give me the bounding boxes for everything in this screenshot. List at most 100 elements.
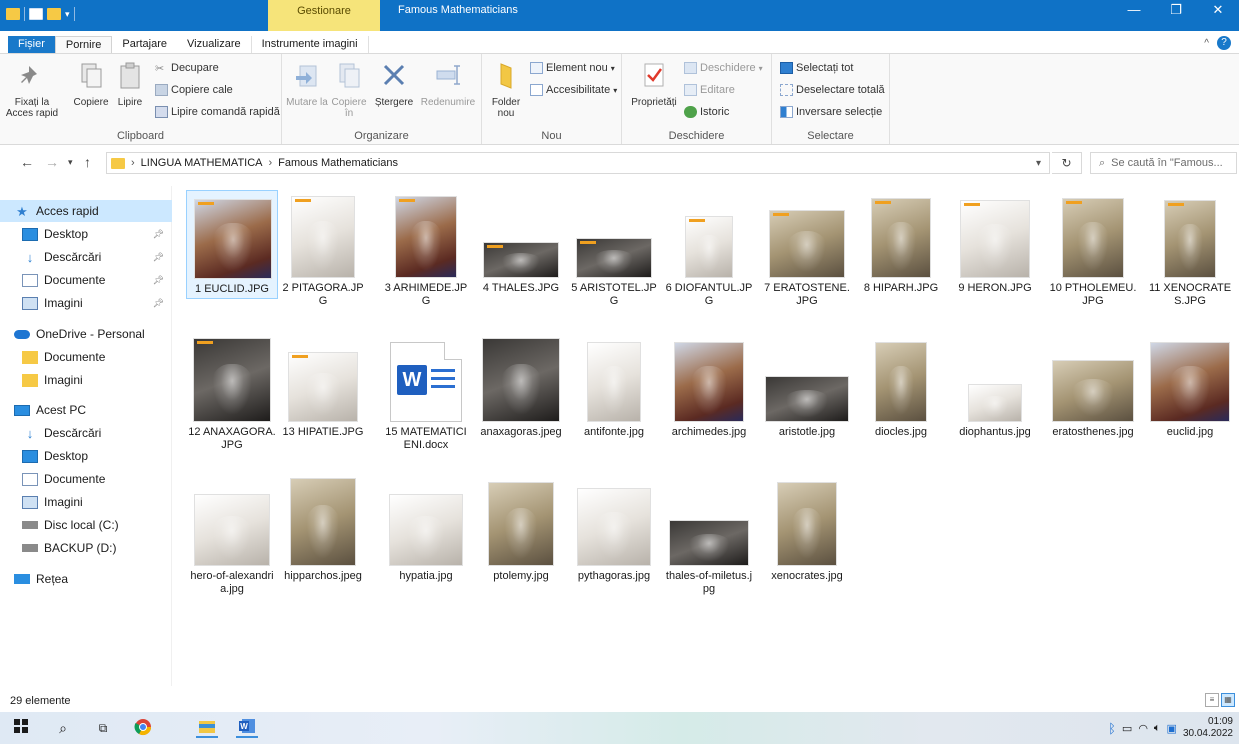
- copy-path-button[interactable]: Copiere cale: [155, 84, 233, 96]
- properties-button[interactable]: Proprietăți: [628, 60, 680, 108]
- address-dropdown-icon[interactable]: ▾: [1036, 158, 1041, 169]
- file-item[interactable]: 13 HIPATIE.JPG: [277, 334, 369, 441]
- move-to-button[interactable]: Mutare la: [286, 60, 328, 108]
- search-icon[interactable]: ⌕: [52, 718, 74, 738]
- edit-button[interactable]: Editare: [684, 84, 735, 96]
- nav-item-documente[interactable]: Documente 📌︎: [0, 269, 172, 291]
- file-explorer-taskbar-icon[interactable]: [196, 718, 218, 738]
- chrome-icon[interactable]: [132, 718, 154, 738]
- nav-item-documente[interactable]: Documente: [0, 346, 172, 368]
- minimize-button[interactable]: —: [1113, 0, 1155, 22]
- tab-image-tools[interactable]: Instrumente imagini: [250, 36, 369, 53]
- forward-arrow-icon[interactable]: →: [45, 154, 59, 170]
- file-item[interactable]: diophantus.jpg: [949, 334, 1041, 441]
- pin-icon[interactable]: 📌︎: [153, 229, 164, 240]
- refresh-button[interactable]: ↻: [1052, 152, 1082, 174]
- nav-item-descărcări[interactable]: ↓ Descărcări 📌︎: [0, 246, 172, 268]
- file-item[interactable]: 6 DIOFANTUL.JPG: [663, 190, 755, 310]
- nav-item-imagini[interactable]: Imagini: [0, 491, 172, 513]
- rename-button[interactable]: Redenumire: [418, 60, 478, 108]
- pin-quick-access-button[interactable]: Fixați la Acces rapid: [4, 60, 60, 119]
- select-all-button[interactable]: Selectați tot: [780, 62, 853, 74]
- address-bar[interactable]: › LINGUA MATHEMATICA › Famous Mathematic…: [106, 152, 1050, 174]
- file-item[interactable]: 5 ARISTOTEL.JPG: [568, 190, 660, 310]
- chevron-down-icon[interactable]: ▾: [65, 9, 70, 20]
- nav-item-rețea[interactable]: Rețea: [0, 568, 172, 590]
- file-item[interactable]: W 15 MATEMATICIENI.docx: [380, 334, 472, 454]
- tab-file[interactable]: Fișier: [8, 36, 55, 53]
- wifi-icon[interactable]: ◠: [1138, 722, 1148, 735]
- file-item[interactable]: euclid.jpg: [1144, 334, 1236, 441]
- pin-icon[interactable]: 📌︎: [153, 275, 164, 286]
- tab-view[interactable]: Vizualizare: [177, 36, 251, 53]
- new-folder-icon[interactable]: [47, 8, 61, 20]
- nav-item-acces-rapid[interactable]: ★ Acces rapid: [0, 200, 172, 222]
- file-item[interactable]: 9 HERON.JPG: [949, 190, 1041, 297]
- pin-icon[interactable]: 📌︎: [153, 298, 164, 309]
- invert-selection-button[interactable]: Inversare selecție: [780, 106, 882, 118]
- file-item[interactable]: 2 PITAGORA.JPG: [277, 190, 369, 310]
- file-item[interactable]: diocles.jpg: [855, 334, 947, 441]
- file-item[interactable]: pythagoras.jpg: [568, 478, 660, 585]
- file-item[interactable]: 7 ERATOSTENE.JPG: [761, 190, 853, 310]
- open-button[interactable]: Deschidere ▾: [684, 62, 763, 74]
- copy-to-button[interactable]: Copiere în: [328, 60, 370, 119]
- restore-button[interactable]: ❐: [1155, 0, 1197, 22]
- delete-button[interactable]: Ștergere: [372, 60, 416, 108]
- nav-item-onedrive-personal[interactable]: OneDrive - Personal: [0, 323, 172, 345]
- up-arrow-icon[interactable]: ↑: [84, 154, 91, 170]
- file-item[interactable]: antifonte.jpg: [568, 334, 660, 441]
- file-item[interactable]: thales-of-miletus.jpg: [663, 478, 755, 598]
- file-item[interactable]: 8 HIPARH.JPG: [855, 190, 947, 297]
- task-view-icon[interactable]: ⧉: [92, 718, 114, 738]
- large-icons-view-icon[interactable]: ▦: [1221, 693, 1235, 707]
- word-taskbar-icon[interactable]: W: [236, 718, 258, 738]
- nav-item-desktop[interactable]: Desktop 📌︎: [0, 223, 172, 245]
- easy-access-button[interactable]: Accesibilitate ▾: [530, 84, 617, 96]
- volume-icon[interactable]: 🔈︎: [1154, 722, 1161, 735]
- file-item[interactable]: hipparchos.jpeg: [277, 478, 369, 585]
- file-item[interactable]: 3 ARHIMEDE.JPG: [380, 190, 472, 310]
- nav-item-desktop[interactable]: Desktop: [0, 445, 172, 467]
- file-item[interactable]: hero-of-alexandria.jpg: [186, 478, 278, 598]
- tab-home[interactable]: Pornire: [54, 36, 113, 53]
- breadcrumb-famous-mathematicians[interactable]: Famous Mathematicians: [278, 157, 398, 169]
- history-button[interactable]: Istoric: [684, 106, 729, 118]
- nav-item-disc-local-c[interactable]: Disc local (C:): [0, 514, 172, 536]
- file-item[interactable]: eratosthenes.jpg: [1047, 334, 1139, 441]
- clock[interactable]: 01:09 30.04.2022: [1183, 716, 1233, 740]
- file-item[interactable]: anaxagoras.jpeg: [475, 334, 567, 441]
- details-view-icon[interactable]: ≡: [1205, 693, 1219, 707]
- tab-share[interactable]: Partajare: [112, 36, 177, 53]
- battery-icon[interactable]: ▭: [1122, 722, 1132, 735]
- help-icon[interactable]: ?: [1217, 36, 1231, 50]
- nav-item-imagini[interactable]: Imagini 📌︎: [0, 292, 172, 314]
- bluetooth-icon[interactable]: ᛒ: [1108, 721, 1116, 736]
- nav-item-documente[interactable]: Documente: [0, 468, 172, 490]
- file-item[interactable]: 10 PTHOLEMEU.JPG: [1047, 190, 1139, 310]
- new-folder-button[interactable]: Folder nou: [488, 60, 524, 119]
- file-item[interactable]: 1 EUCLID.JPG: [186, 190, 278, 299]
- nav-item-descărcări[interactable]: ↓ Descărcări: [0, 422, 172, 444]
- collapse-ribbon-icon[interactable]: ^: [1204, 38, 1209, 49]
- file-item[interactable]: 11 XENOCRATES.JPG: [1144, 190, 1236, 310]
- paste-shortcut-button[interactable]: Lipire comandă rapidă: [155, 106, 280, 118]
- paste-button[interactable]: Lipire: [112, 60, 148, 108]
- file-item[interactable]: archimedes.jpg: [663, 334, 755, 441]
- new-item-button[interactable]: Element nou ▾: [530, 62, 615, 74]
- file-item[interactable]: hypatia.jpg: [380, 478, 472, 585]
- breadcrumb-lingua-mathematica[interactable]: LINGUA MATHEMATICA: [141, 157, 263, 169]
- nav-item-backup-d[interactable]: BACKUP (D:): [0, 537, 172, 559]
- select-none-button[interactable]: Deselectare totală: [780, 84, 885, 96]
- close-button[interactable]: ✕: [1197, 0, 1239, 22]
- file-item[interactable]: 4 THALES.JPG: [475, 190, 567, 297]
- file-item[interactable]: xenocrates.jpg: [761, 478, 853, 585]
- cut-button[interactable]: ✂ Decupare: [155, 62, 219, 75]
- app-tray-icon[interactable]: ▣: [1167, 722, 1177, 735]
- pin-icon[interactable]: 📌︎: [153, 252, 164, 263]
- file-item[interactable]: aristotle.jpg: [761, 334, 853, 441]
- start-windows-icon[interactable]: [10, 718, 32, 738]
- back-arrow-icon[interactable]: ←: [20, 154, 34, 170]
- file-item[interactable]: ptolemy.jpg: [475, 478, 567, 585]
- nav-item-acest-pc[interactable]: Acest PC: [0, 399, 172, 421]
